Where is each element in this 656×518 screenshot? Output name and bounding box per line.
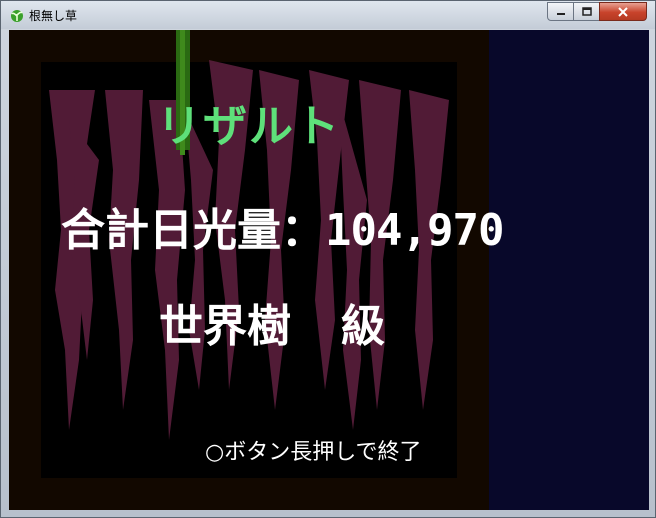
total-sunlight-label: 合計日光量： — [61, 205, 325, 256]
minimize-icon — [556, 12, 565, 15]
sprout-icon — [11, 10, 23, 22]
result-heading: リザルト — [157, 101, 341, 152]
minimize-button[interactable] — [547, 2, 574, 21]
maximize-icon — [581, 7, 592, 16]
side-panel — [489, 30, 649, 510]
exit-hint: ○ボタン長押しで終了 — [205, 440, 422, 465]
game-screen[interactable]: リザルト 合計日光量：104,970 世界樹級 ○ボタン長押しで終了 — [9, 30, 649, 510]
total-sunlight-row: 合計日光量：104,970 — [61, 194, 504, 258]
app-window: 根無し草 リザルト 合計日光量：104,970 世界樹 級 ○ボタン長押しで終了 — [0, 0, 656, 518]
total-sunlight-value: 104,970 — [325, 205, 504, 256]
rank-label: 世界樹 — [159, 301, 291, 352]
title-bar[interactable]: 根無し草 — [1, 1, 655, 29]
window-title: 根無し草 — [29, 9, 78, 23]
close-icon — [618, 6, 628, 17]
rank-row: 世界樹級 — [159, 290, 385, 354]
rank-grade: 級 — [341, 301, 385, 352]
maximize-button[interactable] — [573, 2, 600, 21]
close-button[interactable] — [599, 2, 647, 21]
